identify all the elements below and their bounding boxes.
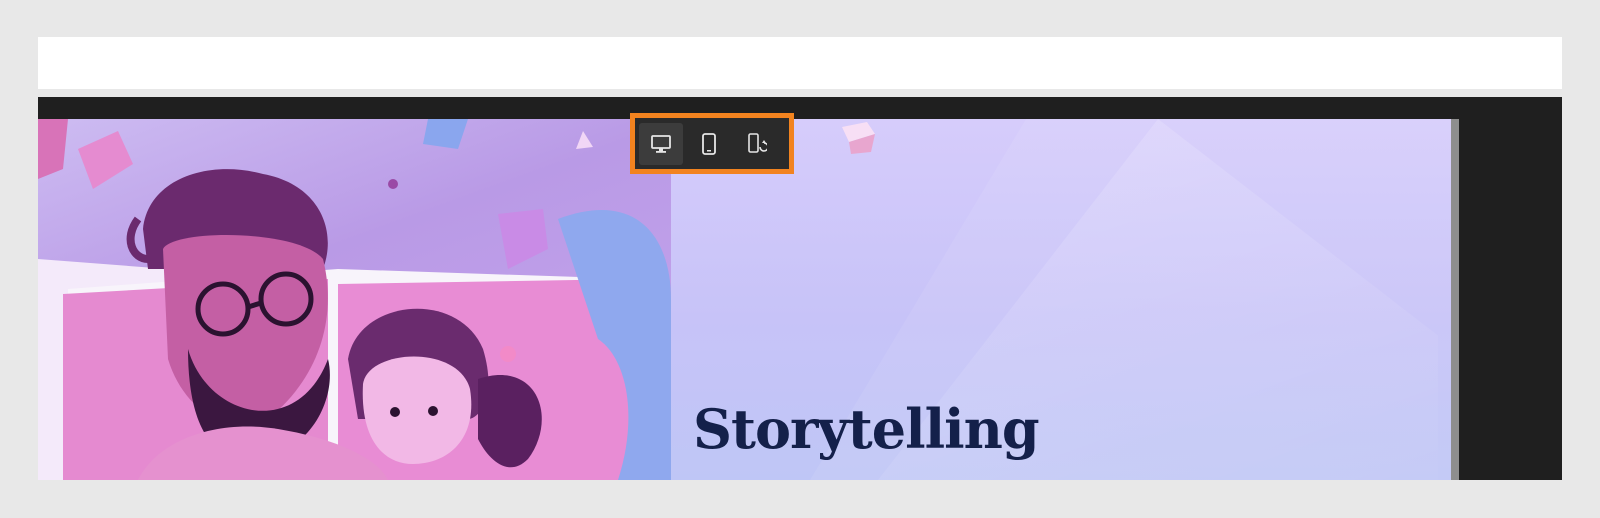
preview-scrollbar[interactable] xyxy=(1451,119,1459,480)
editor-canvas: Storytelling xyxy=(38,97,1562,480)
hero-illustration xyxy=(38,119,671,480)
father-daughter-illustration xyxy=(38,119,671,480)
device-preview-toolbar xyxy=(630,113,794,174)
tablet-view-button[interactable] xyxy=(687,123,731,165)
desktop-view-button[interactable] xyxy=(639,122,683,165)
mobile-rotate-view-button[interactable] xyxy=(735,123,779,165)
preview-heading: Storytelling xyxy=(693,397,1040,461)
top-bar xyxy=(38,37,1562,89)
tablet-icon xyxy=(702,132,716,155)
mobile-rotate-icon xyxy=(748,132,767,153)
floating-cube-decoration xyxy=(842,122,875,154)
monitor-icon xyxy=(651,134,671,153)
